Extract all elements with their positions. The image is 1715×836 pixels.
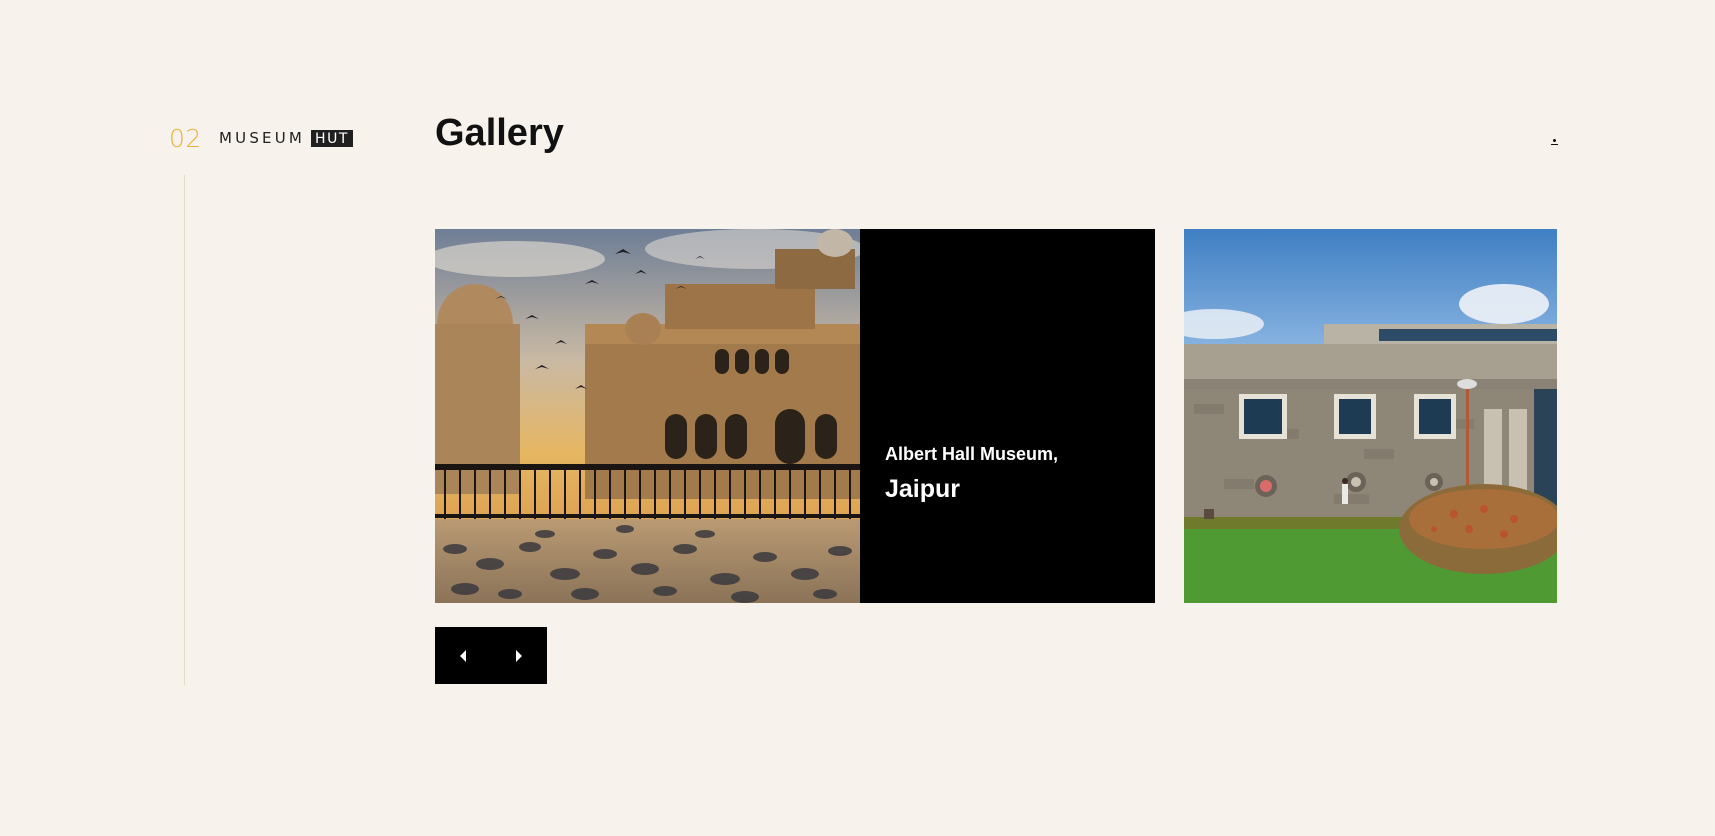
slide-caption: Albert Hall Museum, Jaipur <box>860 229 1155 603</box>
albert-hall-museum-image <box>435 229 860 603</box>
museum-city: Jaipur <box>885 475 961 503</box>
menu-dot-icon[interactable] <box>1548 139 1560 147</box>
section-number: 02 <box>169 124 202 153</box>
brand-logo[interactable]: MUSEUM HUT <box>219 129 353 147</box>
gallery-page: 02 MUSEUM HUT Gallery Albert Hall Museum… <box>0 0 1715 836</box>
stone-museum-image <box>1184 229 1557 603</box>
page-title: Gallery <box>435 112 564 154</box>
museum-name: Albert Hall Museum, <box>885 444 1059 464</box>
caret-left-icon <box>460 649 466 662</box>
caret-right-icon <box>516 649 522 662</box>
gallery-slide-next[interactable] <box>1184 229 1557 603</box>
slider-controls <box>435 627 547 684</box>
gallery-slide-active[interactable]: Albert Hall Museum, Jaipur <box>435 229 1155 603</box>
rail-divider <box>184 175 185 685</box>
brand-main-text: MUSEUM <box>219 129 306 147</box>
prev-slide-button[interactable] <box>443 636 483 676</box>
brand-tag: HUT <box>311 129 353 147</box>
next-slide-button[interactable] <box>499 636 539 676</box>
